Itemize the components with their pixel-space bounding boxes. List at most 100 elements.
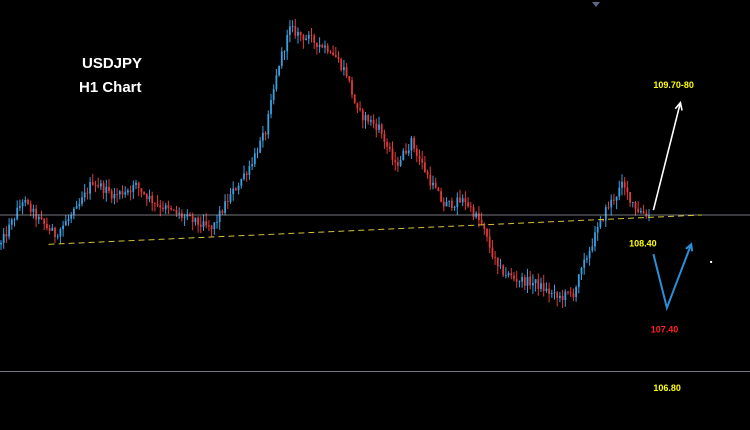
candle-body [405, 150, 407, 154]
candle-body [205, 221, 208, 226]
candle-body [397, 162, 399, 166]
candle-body [324, 45, 326, 48]
candle-body [100, 183, 102, 187]
candle-body [496, 257, 499, 267]
candle-body [280, 51, 283, 66]
candle-body [588, 250, 591, 259]
price-level-label: 109.70-80 [653, 80, 694, 90]
candle-body [132, 184, 135, 192]
candle-body [607, 207, 610, 209]
candle-body [286, 34, 289, 52]
candle-body [46, 223, 48, 229]
candle-body [13, 219, 16, 221]
candle-body [445, 201, 448, 207]
candle-body [629, 192, 631, 203]
candle-body [89, 182, 91, 194]
candle-body [264, 132, 267, 135]
candle-body [337, 57, 340, 60]
candle-body [151, 195, 154, 204]
candle-body [451, 200, 453, 209]
candle-body [432, 182, 434, 186]
chart-subtitle: H1 Chart [79, 79, 142, 96]
candle-body [232, 188, 235, 195]
candle-body [156, 203, 159, 206]
candle-body [118, 191, 121, 195]
candle-body [567, 291, 569, 293]
candle-body [318, 44, 321, 48]
candle-body [550, 293, 553, 295]
candle-body [613, 199, 615, 201]
candle-body [208, 225, 210, 227]
candle-body [226, 201, 229, 203]
candle-body [364, 115, 367, 121]
candle-body [375, 123, 378, 130]
candle-body [299, 31, 302, 36]
candle-body [278, 65, 280, 76]
candle-body [569, 292, 572, 294]
candle-body [267, 114, 270, 135]
candle-body [248, 166, 251, 175]
candle-body [164, 205, 167, 210]
candle-body [67, 218, 70, 222]
candle-body [262, 132, 264, 141]
candle-body [486, 229, 488, 237]
candle-body [326, 45, 329, 52]
candle-body [521, 277, 523, 282]
candle-body [529, 276, 532, 286]
candle-body [16, 207, 19, 220]
candle-body [159, 205, 162, 208]
candle-body [154, 203, 156, 204]
candle-body [494, 256, 496, 258]
candle-body [464, 198, 467, 203]
candle-body [229, 194, 232, 203]
candle-body [86, 192, 89, 194]
candle-body [626, 187, 629, 193]
candle-body [348, 76, 351, 81]
candle-body [356, 103, 359, 109]
candle-body [499, 265, 502, 267]
candle-body [237, 185, 240, 191]
candle-body [140, 188, 143, 193]
candle-body [275, 75, 278, 90]
candle-body [459, 197, 461, 203]
candle-body [37, 216, 40, 220]
candle-body [480, 220, 483, 224]
candle-body [137, 182, 140, 189]
candle-body [307, 34, 310, 39]
candle-body [561, 295, 564, 300]
candle-body [191, 216, 194, 223]
price-level-label: 108.40 [629, 238, 657, 248]
candle-body [583, 259, 586, 268]
candle-body [294, 25, 297, 36]
candle-body [213, 222, 216, 230]
candle-body [429, 174, 432, 186]
candle-body [631, 202, 634, 203]
candle-body [502, 265, 505, 276]
candle-body [556, 292, 559, 298]
candle-body [453, 206, 456, 209]
candle-body [310, 34, 313, 36]
chart-title: USDJPY [82, 55, 142, 72]
candle-body [210, 225, 213, 230]
candle-body [488, 236, 491, 248]
candle-body [170, 207, 172, 210]
candle-body [618, 187, 621, 197]
candle-body [402, 150, 405, 161]
candle-body [418, 155, 421, 160]
candle-body [610, 199, 613, 208]
candle-body [345, 67, 348, 77]
candle-body [75, 206, 78, 209]
candle-body [491, 247, 494, 257]
candle-body [97, 185, 100, 187]
candle-body [415, 148, 418, 156]
candle-body [172, 209, 175, 211]
candle-body [113, 194, 116, 199]
candle-body [94, 184, 97, 186]
candle-body [478, 213, 480, 221]
candle-body [143, 192, 145, 195]
candle-body [167, 205, 170, 208]
candle-body [413, 137, 415, 149]
candle-body [564, 291, 567, 300]
candle-body [334, 55, 337, 58]
candle-body [580, 267, 583, 275]
